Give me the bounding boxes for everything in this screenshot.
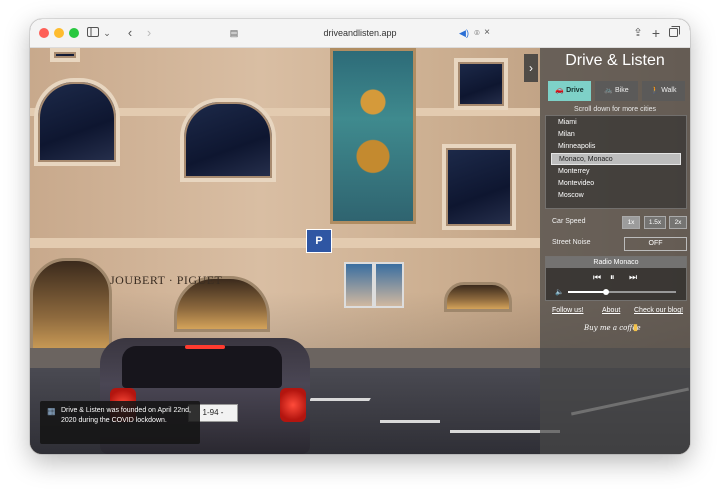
follow-us-link[interactable]: Follow us!: [552, 307, 584, 314]
share-icon[interactable]: ⇪: [631, 24, 645, 42]
forward-icon[interactable]: ›: [143, 24, 155, 42]
pause-icon[interactable]: ⏸: [610, 272, 615, 283]
car-icon: 🚗: [555, 87, 565, 94]
city-item-selected[interactable]: Monaco, Monaco: [551, 153, 681, 165]
volume-knob[interactable]: [602, 289, 609, 295]
volume-fill: [568, 291, 606, 293]
cornice: [30, 238, 540, 248]
city-list[interactable]: Miami Milan Minneapolis Monaco, Monaco M…: [545, 115, 687, 209]
building-window: [442, 144, 516, 230]
app-title: Drive & Listen: [565, 52, 665, 69]
bike-icon: 🚲: [604, 87, 614, 94]
city-item[interactable]: Monterrey: [551, 166, 681, 178]
mode-label: Drive: [566, 87, 584, 94]
speed-1-5x-button[interactable]: 1.5x: [644, 216, 666, 229]
city-item[interactable]: Miami: [551, 117, 681, 129]
walk-icon: 🚶: [650, 87, 660, 94]
scroll-hint: Scroll down for more cities: [573, 106, 657, 113]
coffee-cup-icon[interactable]: ▮: [633, 322, 638, 333]
zoom-window-button[interactable]: [69, 28, 79, 38]
shop-window: [444, 282, 512, 312]
chevron-down-icon[interactable]: ⌄: [102, 24, 112, 42]
parking-sign: P: [306, 229, 332, 253]
lane-marking: [309, 398, 371, 401]
building-window: [454, 58, 508, 110]
poster: [344, 262, 374, 308]
control-panel: Drive & Listen 🚗 Drive 🚲 Bike 🚶 Walk Scr…: [540, 48, 690, 454]
tail-light: [280, 388, 306, 422]
street-noise-label: Street Noise: [552, 239, 591, 246]
new-tab-icon[interactable]: +: [649, 24, 663, 42]
toast-message: Drive & Listen was founded on April 22nd…: [61, 407, 191, 424]
tabs-overview-icon[interactable]: [667, 24, 681, 42]
building-window: [180, 98, 276, 182]
car-rear-window: [122, 346, 282, 388]
mode-label: Bike: [615, 87, 629, 94]
volume-slider[interactable]: [568, 289, 676, 295]
reader-icon[interactable]: ▤: [228, 24, 240, 42]
radio-player: Radio Monaco ⏮ ⏸ ⏭ 🔈: [545, 256, 687, 301]
minimize-window-button[interactable]: [54, 28, 64, 38]
building-window: [50, 48, 80, 62]
city-item[interactable]: Montevideo: [551, 178, 681, 190]
back-icon[interactable]: ‹: [124, 24, 136, 42]
info-toast: ▦ Drive & Listen was founded on April 22…: [40, 401, 200, 444]
calendar-icon: ▦: [47, 406, 56, 416]
blog-link[interactable]: Check our blog!: [634, 307, 683, 314]
shop-window: [30, 258, 112, 358]
mode-drive-button[interactable]: 🚗 Drive: [548, 81, 591, 101]
speed-1x-button[interactable]: 1x: [622, 216, 640, 229]
next-track-icon[interactable]: ⏭: [629, 272, 637, 283]
address-bar[interactable]: driveandlisten.app: [300, 26, 420, 40]
car-speed-label: Car Speed: [552, 218, 586, 225]
mode-label: Walk: [661, 87, 677, 94]
city-item[interactable]: Minneapolis: [551, 141, 681, 153]
collapse-panel-button[interactable]: ›: [524, 54, 538, 82]
title-bar: ⌄ ‹ › ▤ driveandlisten.app ◀) ⌾ × ⇪ +: [30, 19, 690, 48]
city-item[interactable]: Milan: [551, 129, 681, 141]
poster: [374, 262, 404, 308]
lane-marking: [380, 420, 440, 423]
close-window-button[interactable]: [39, 28, 49, 38]
radio-station-title: Radio Monaco: [546, 257, 686, 268]
close-tab-icon[interactable]: ×: [481, 24, 493, 42]
street-noise-toggle[interactable]: OFF: [624, 237, 687, 251]
building-window: [34, 78, 120, 166]
mode-bike-button[interactable]: 🚲 Bike: [595, 81, 638, 101]
audio-icon[interactable]: ◀): [457, 24, 471, 42]
brake-light: [185, 345, 225, 349]
mosaic-facade: [330, 48, 416, 224]
previous-track-icon[interactable]: ⏮: [593, 272, 601, 283]
city-item[interactable]: Moscow: [551, 190, 681, 202]
sidebar-icon[interactable]: [86, 24, 100, 42]
mode-walk-button[interactable]: 🚶 Walk: [642, 81, 685, 101]
volume-icon: 🔈: [555, 289, 564, 296]
speed-2x-button[interactable]: 2x: [669, 216, 687, 229]
mode-selector: 🚗 Drive 🚲 Bike 🚶 Walk: [548, 81, 685, 101]
about-link[interactable]: About: [602, 307, 620, 314]
browser-window: ⌄ ‹ › ▤ driveandlisten.app ◀) ⌾ × ⇪ + JO…: [30, 19, 690, 454]
shop-sign: JOUBERT · PIGUET: [110, 273, 223, 287]
